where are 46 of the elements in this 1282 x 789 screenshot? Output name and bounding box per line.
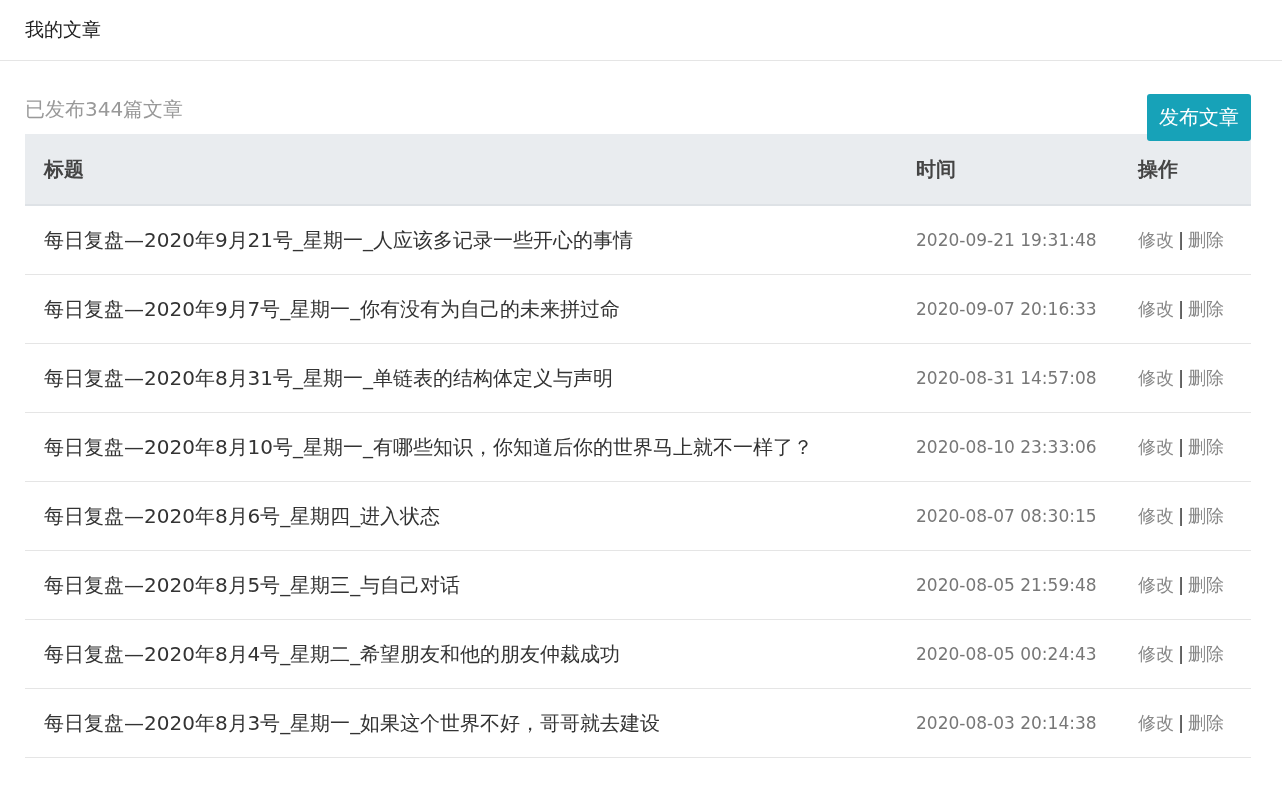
delete-link[interactable]: 删除: [1188, 643, 1225, 664]
delete-link[interactable]: 删除: [1188, 229, 1225, 250]
separator: |: [1178, 643, 1185, 664]
edit-link[interactable]: 修改: [1138, 643, 1174, 664]
publish-time: 2020-08-05 00:24:43: [916, 644, 1097, 664]
edit-link[interactable]: 修改: [1138, 712, 1174, 733]
separator: |: [1178, 436, 1185, 457]
publish-time: 2020-08-31 14:57:08: [916, 368, 1097, 388]
column-header: 操作: [1138, 156, 1178, 181]
article-title: 每日复盘—2020年8月4号_星期二_希望朋友和他的朋友仲裁成功: [44, 641, 621, 666]
edit-link[interactable]: 修改: [1138, 436, 1174, 457]
article-title: 每日复盘—2020年8月6号_星期四_进入状态: [44, 503, 441, 528]
delete-link[interactable]: 删除: [1188, 298, 1225, 319]
edit-link[interactable]: 修改: [1138, 505, 1174, 526]
column-header: 标题: [44, 156, 84, 181]
separator: |: [1178, 298, 1185, 319]
edit-link[interactable]: 修改: [1138, 298, 1174, 319]
delete-link[interactable]: 删除: [1188, 367, 1225, 388]
edit-link[interactable]: 修改: [1138, 574, 1174, 595]
article-title: 每日复盘—2020年8月10号_星期一_有哪些知识，你知道后你的世界马上就不一样了？: [44, 434, 814, 459]
separator: |: [1178, 712, 1185, 733]
publish-time: 2020-09-07 20:16:33: [916, 299, 1097, 319]
separator: |: [1178, 505, 1185, 526]
article-title: 每日复盘—2020年9月7号_星期一_你有没有为自己的未来拼过命: [44, 296, 621, 321]
publish-time: 2020-08-10 23:33:06: [916, 437, 1097, 457]
column-header: 时间: [916, 156, 956, 181]
page-title: 我的文章: [25, 17, 101, 42]
article-title: 每日复盘—2020年8月5号_星期三_与自己对话: [44, 572, 461, 597]
article-count: 已发布344篇文章: [25, 96, 184, 123]
separator: |: [1178, 367, 1185, 388]
article-title: 每日复盘—2020年9月21号_星期一_人应该多记录一些开心的事情: [44, 227, 634, 252]
edit-link[interactable]: 修改: [1138, 229, 1174, 250]
separator: |: [1178, 229, 1185, 250]
publish-time: 2020-09-21 19:31:48: [916, 230, 1097, 250]
publish-button[interactable]: 发布文章: [1147, 94, 1251, 141]
separator: |: [1178, 574, 1185, 595]
article-title: 每日复盘—2020年8月3号_星期一_如果这个世界不好，哥哥就去建设: [44, 710, 661, 735]
publish-time: 2020-08-07 08:30:15: [916, 506, 1097, 526]
delete-link[interactable]: 删除: [1188, 574, 1225, 595]
delete-link[interactable]: 删除: [1188, 505, 1225, 526]
article-title: 每日复盘—2020年8月31号_星期一_单链表的结构体定义与声明: [44, 365, 614, 390]
publish-time: 2020-08-03 20:14:38: [916, 713, 1097, 733]
edit-link[interactable]: 修改: [1138, 367, 1174, 388]
delete-link[interactable]: 删除: [1188, 712, 1225, 733]
delete-link[interactable]: 删除: [1188, 436, 1225, 457]
publish-time: 2020-08-05 21:59:48: [916, 575, 1097, 595]
